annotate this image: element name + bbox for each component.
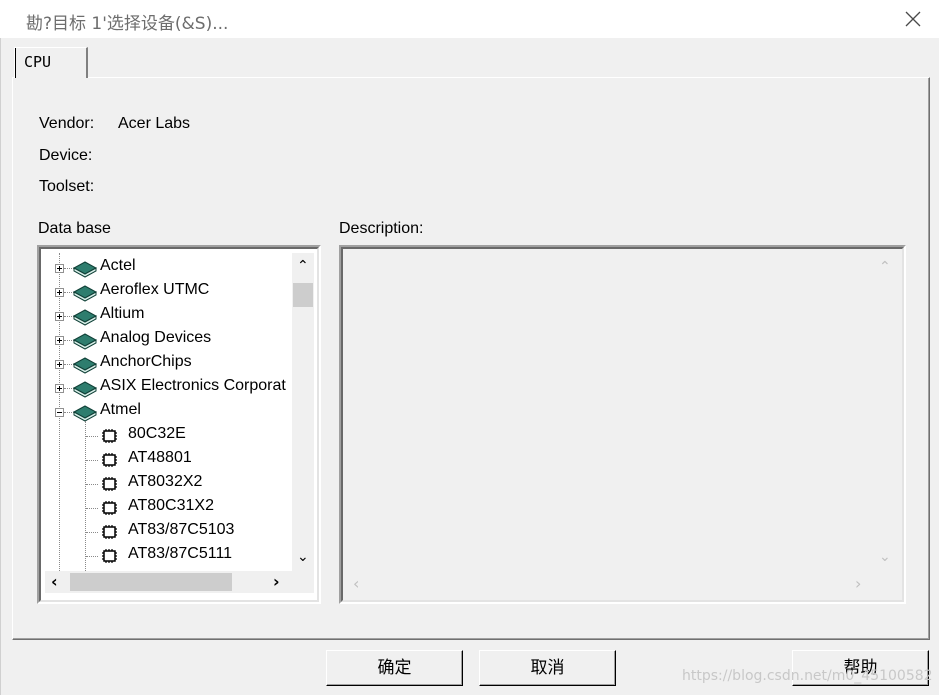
device-node[interactable]: 80C32E bbox=[128, 425, 186, 447]
title-bar: 勘?目标 1'选择设备(&S)... bbox=[0, 0, 939, 38]
tree-line bbox=[86, 508, 98, 510]
tab-cpu-label: CPU bbox=[24, 53, 52, 71]
database-label: Data base bbox=[38, 220, 111, 237]
desc-scroll-left-icon: ‹ bbox=[353, 574, 360, 593]
expand-icon[interactable] bbox=[55, 360, 64, 369]
device-node[interactable]: AT48801 bbox=[128, 449, 192, 471]
expand-icon[interactable] bbox=[55, 384, 64, 393]
tree-horizontal-scrollbar[interactable]: ‹ › bbox=[45, 571, 292, 593]
tree-line bbox=[86, 484, 98, 486]
desc-scroll-down-icon: ⌄ bbox=[879, 549, 891, 565]
tree-line bbox=[86, 532, 98, 534]
chip-icon bbox=[100, 524, 118, 540]
vendor-node[interactable]: AnchorChips bbox=[100, 353, 192, 375]
scroll-thumb[interactable] bbox=[293, 283, 313, 307]
database-tree-frame: Actel Aeroflex UTMC Altium Analog Devices An… bbox=[37, 245, 321, 604]
device-node[interactable]: AT83/87C5103 bbox=[128, 521, 234, 543]
vendor-node[interactable]: Altium bbox=[100, 305, 144, 327]
desc-scroll-up-icon: ⌃ bbox=[879, 259, 891, 275]
expand-icon[interactable] bbox=[55, 264, 64, 273]
vendor-node[interactable]: Analog Devices bbox=[100, 329, 211, 351]
tab-cpu[interactable]: CPU bbox=[14, 47, 88, 78]
book-icon bbox=[72, 260, 98, 278]
chip-icon bbox=[100, 428, 118, 444]
scroll-left-arrow-icon[interactable]: ‹ bbox=[51, 572, 58, 591]
expand-icon[interactable] bbox=[55, 336, 64, 345]
expand-icon[interactable] bbox=[55, 312, 64, 321]
database-tree[interactable]: Actel Aeroflex UTMC Altium Analog Devices An… bbox=[39, 247, 319, 602]
tree-vertical-scrollbar[interactable]: ⌃ ⌄ bbox=[292, 253, 314, 571]
description-label: Description: bbox=[339, 220, 424, 237]
scroll-down-arrow-icon[interactable]: ⌄ bbox=[297, 549, 309, 565]
close-icon[interactable] bbox=[900, 8, 926, 30]
chip-icon bbox=[100, 476, 118, 492]
chip-icon bbox=[100, 452, 118, 468]
tree-line bbox=[85, 421, 87, 571]
description-frame: ⌃ ⌄ ‹ › bbox=[339, 245, 906, 604]
book-icon bbox=[72, 284, 98, 302]
tree-line bbox=[86, 460, 98, 462]
vendor-node[interactable]: Atmel bbox=[100, 401, 141, 423]
device-label: Device: bbox=[39, 147, 93, 164]
desc-scroll-right-icon: › bbox=[855, 574, 862, 593]
vendor-value: Acer Labs bbox=[118, 115, 191, 132]
ok-button[interactable]: 确定 bbox=[326, 650, 463, 686]
chip-icon bbox=[100, 548, 118, 564]
description-box: ⌃ ⌄ ‹ › bbox=[341, 247, 904, 602]
watermark-text: https://blog.csdn.net/m0_45100582 bbox=[682, 668, 933, 684]
tree-line bbox=[86, 436, 98, 438]
expand-icon[interactable] bbox=[55, 288, 64, 297]
device-node[interactable]: AT80C31X2 bbox=[128, 497, 214, 519]
book-icon bbox=[72, 356, 98, 374]
book-icon bbox=[72, 404, 98, 422]
collapse-icon[interactable] bbox=[55, 408, 64, 417]
tree-content: Actel Aeroflex UTMC Altium Analog Devices An… bbox=[45, 253, 292, 571]
scroll-right-arrow-icon[interactable]: › bbox=[273, 572, 280, 591]
device-node[interactable]: AT83/87C5111 bbox=[128, 545, 232, 567]
vendor-node[interactable]: ASIX Electronics Corporat bbox=[100, 377, 286, 399]
window-title: 勘?目标 1'选择设备(&S)... bbox=[26, 14, 229, 34]
book-icon bbox=[72, 332, 98, 350]
hscroll-thumb[interactable] bbox=[70, 573, 232, 591]
device-node[interactable]: AT8032X2 bbox=[128, 473, 202, 495]
toolset-label: Toolset: bbox=[39, 178, 95, 195]
vendor-label: Vendor: bbox=[39, 115, 95, 132]
vendor-node[interactable]: Actel bbox=[100, 257, 136, 279]
tree-line bbox=[86, 556, 98, 558]
chip-icon bbox=[100, 500, 118, 516]
book-icon bbox=[72, 380, 98, 398]
scroll-up-arrow-icon[interactable]: ⌃ bbox=[297, 258, 309, 274]
vendor-node[interactable]: Aeroflex UTMC bbox=[100, 281, 209, 303]
book-icon bbox=[72, 308, 98, 326]
cancel-button[interactable]: 取消 bbox=[479, 650, 616, 686]
scroll-corner bbox=[292, 571, 314, 593]
